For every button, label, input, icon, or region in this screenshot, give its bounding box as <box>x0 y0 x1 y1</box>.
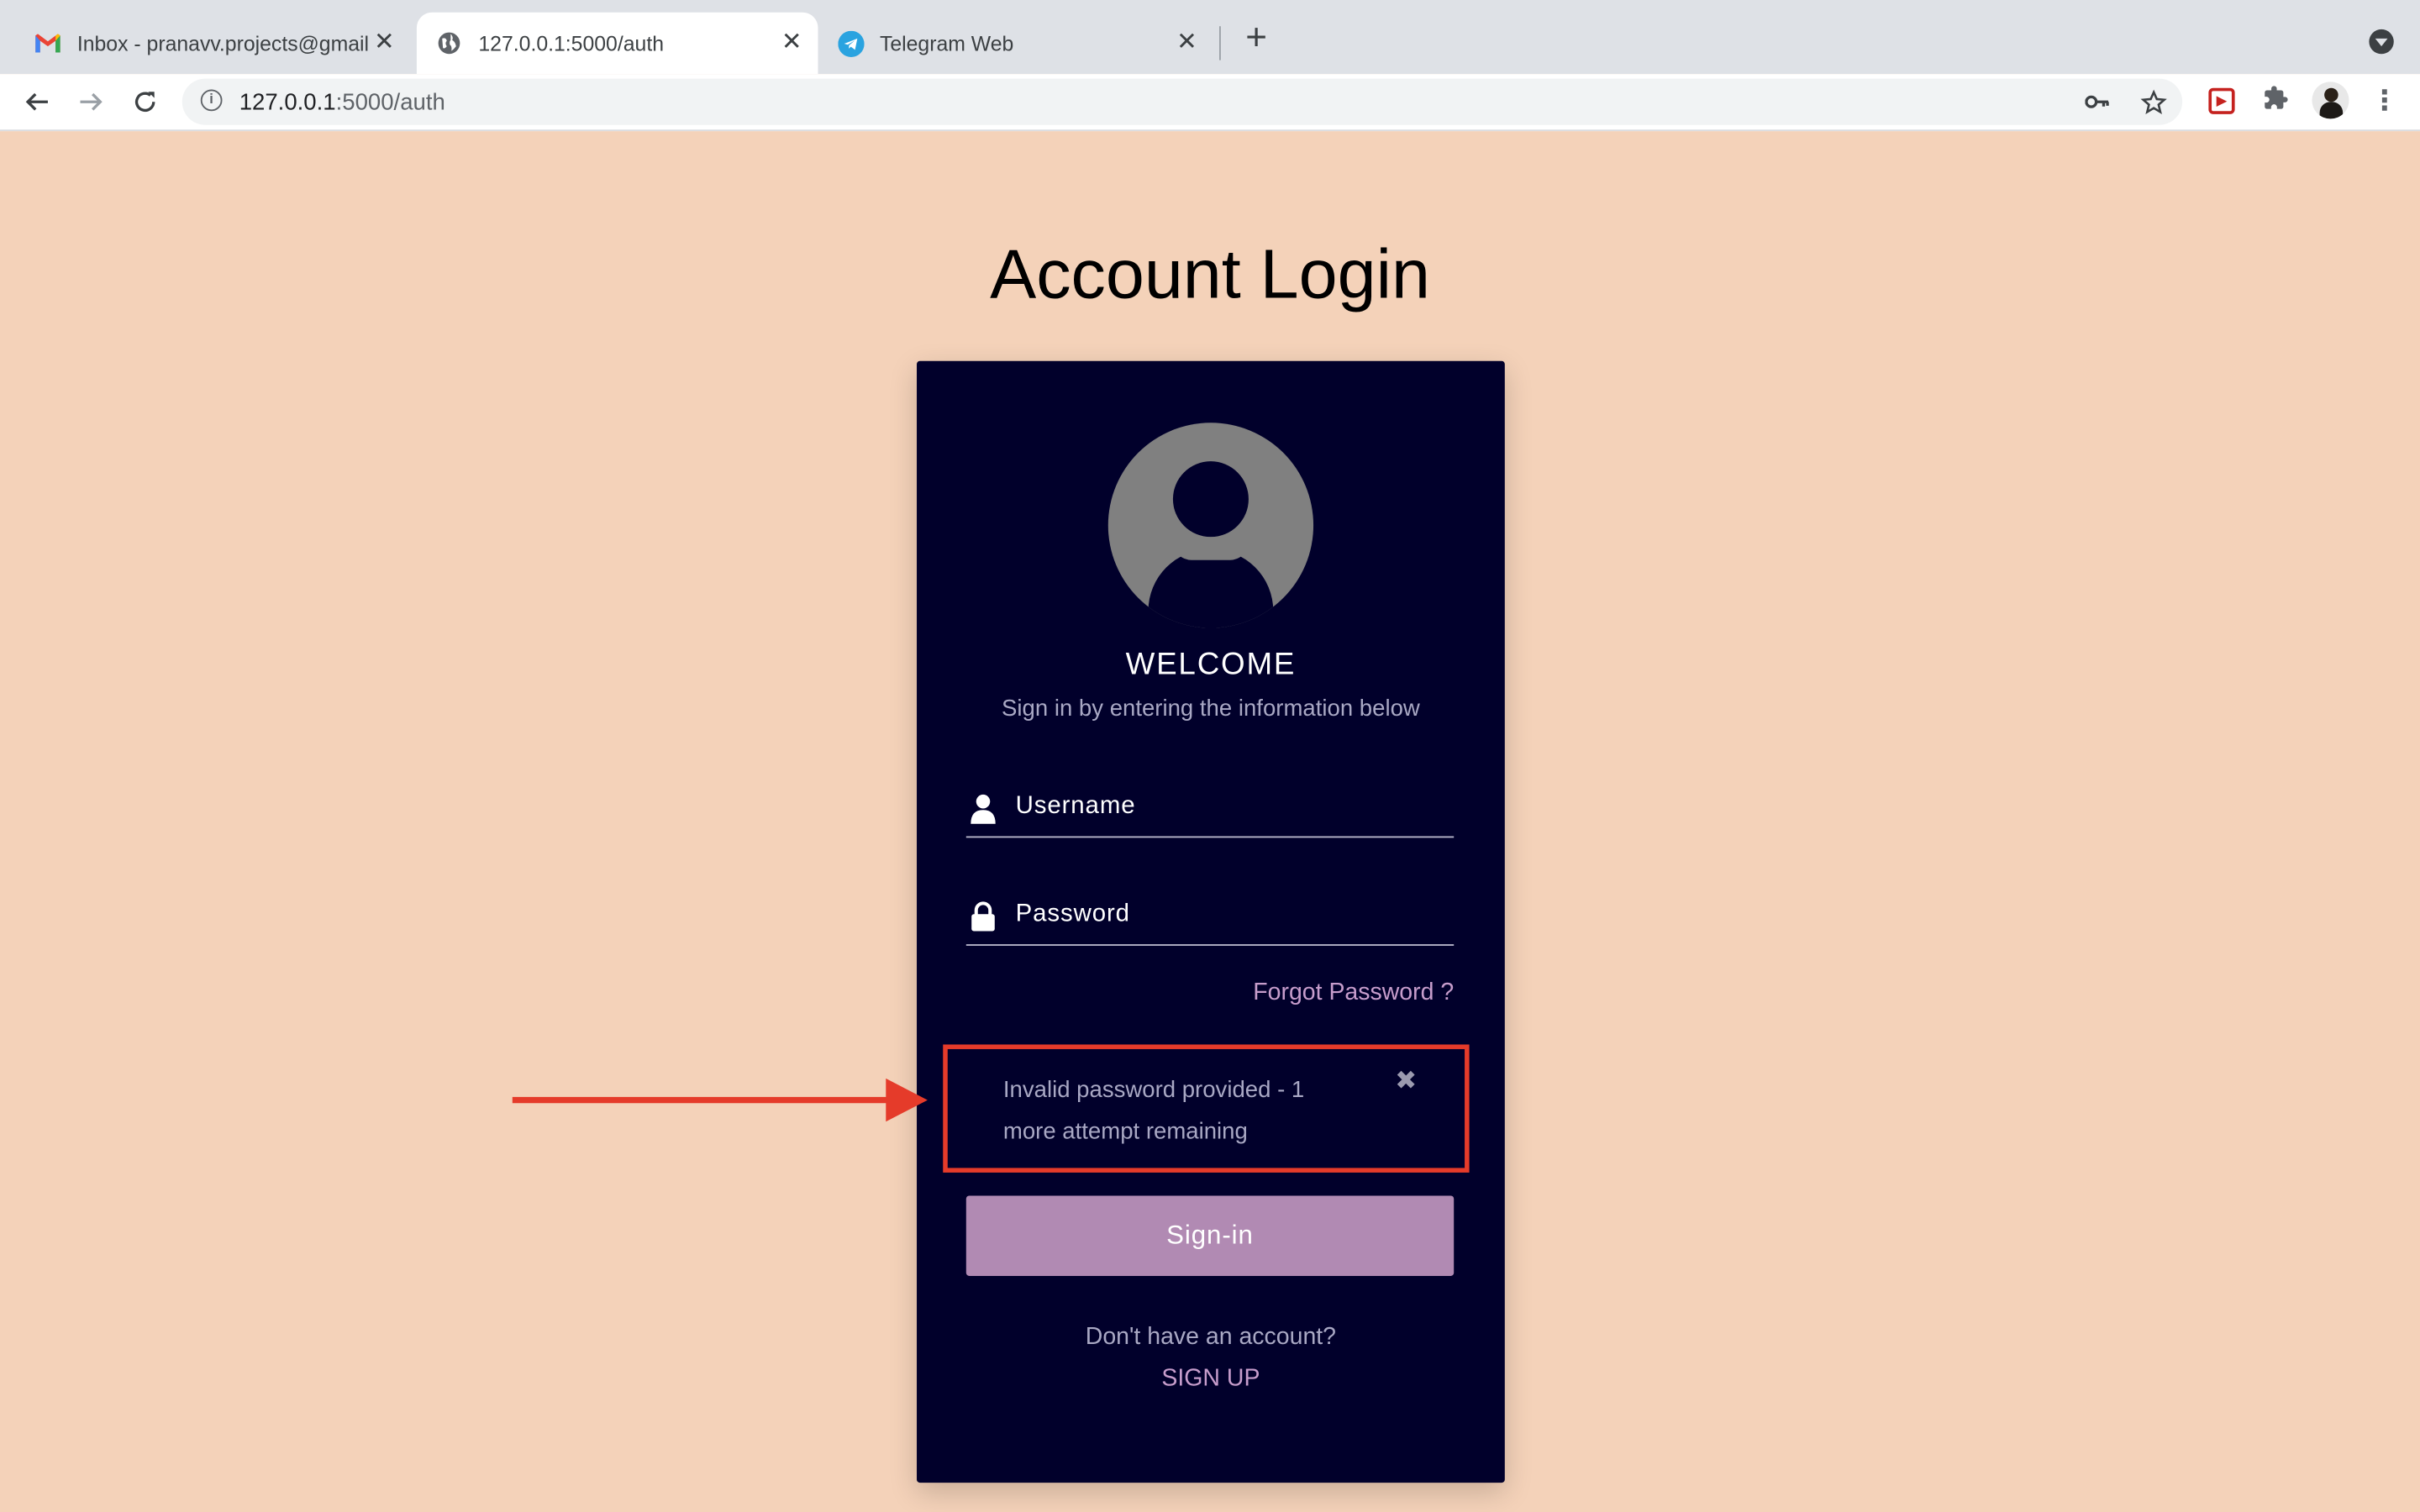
tab-title: 127.0.0.1:5000/auth <box>478 31 664 55</box>
avatar-head <box>1172 461 1249 538</box>
avatar-body <box>1148 549 1274 628</box>
tab-close-icon[interactable]: ✕ <box>778 29 806 57</box>
lock-icon <box>969 901 997 932</box>
welcome-heading: WELCOME <box>1125 648 1297 682</box>
address-bar[interactable]: i 127.0.0.1:5000/auth <box>182 78 2183 125</box>
avatar-neck <box>1172 541 1249 560</box>
forgot-password-link[interactable]: Forgot Password ? <box>1253 979 1454 1007</box>
profile-avatar[interactable] <box>2312 81 2349 119</box>
profile-head <box>2324 87 2338 102</box>
tab-search-icon[interactable] <box>2369 29 2394 55</box>
tab-separator <box>1219 26 1221 60</box>
globe-icon <box>435 29 463 57</box>
key-icon[interactable] <box>2084 90 2112 118</box>
alert-close-icon[interactable]: ✖ <box>1394 1068 1418 1094</box>
tab-title: Telegram Web <box>879 31 1014 55</box>
tab-telegram[interactable]: Telegram Web ✕ <box>821 13 1213 74</box>
profile-body <box>2319 102 2344 119</box>
tab-close-icon[interactable]: ✕ <box>1173 29 1201 57</box>
annotation-arrow-head <box>886 1078 928 1122</box>
bookmark-star-icon[interactable] <box>2139 89 2167 118</box>
username-input[interactable] <box>1015 786 1433 827</box>
site-info-icon[interactable]: i <box>200 89 223 112</box>
new-tab-button[interactable]: + <box>1238 19 1275 59</box>
forward-arrow-icon <box>80 92 103 111</box>
user-icon <box>969 793 997 824</box>
username-field <box>965 780 1455 838</box>
tab-title: Inbox - pranavv.projects@gmail.com <box>76 31 371 55</box>
user-avatar-icon <box>1107 423 1314 628</box>
url-path: :5000/auth <box>335 89 445 116</box>
reload-icon <box>134 92 155 113</box>
no-account-text: Don't have an account? <box>1085 1323 1337 1351</box>
url-host: 127.0.0.1 <box>239 89 336 116</box>
gmail-icon <box>34 29 61 57</box>
reload-button[interactable] <box>127 83 164 120</box>
page-title: Account Login <box>990 234 1430 313</box>
telegram-icon <box>837 29 865 57</box>
alert-message: Invalid password provided - 1 more attem… <box>1002 1077 1305 1145</box>
login-card: WELCOME Sign in by entering the informat… <box>917 360 1505 1483</box>
signin-button[interactable]: Sign-in <box>965 1195 1455 1276</box>
password-input[interactable] <box>1015 895 1433 936</box>
back-button[interactable] <box>18 83 55 120</box>
extensions-puzzle-icon[interactable] <box>2260 85 2291 116</box>
annotation-arrow-line <box>512 1096 892 1104</box>
tab-gmail[interactable]: Inbox - pranavv.projects@gmail.com ✕ <box>18 13 411 74</box>
back-arrow-icon <box>25 92 48 111</box>
error-alert: Invalid password provided - 1 more attem… <box>943 1044 1470 1173</box>
browser-menu-icon[interactable]: ⋮ <box>2370 85 2398 116</box>
signup-link[interactable]: SIGN UP <box>917 1366 1505 1394</box>
password-field <box>965 889 1455 946</box>
tab-close-icon[interactable]: ✕ <box>371 29 398 57</box>
browser-toolbar: i 127.0.0.1:5000/auth <box>0 74 2420 132</box>
browser-window: Inbox - pranavv.projects@gmail.com ✕ 127… <box>0 0 2420 1512</box>
extension-icon[interactable]: ▶ <box>2208 87 2235 114</box>
tab-auth[interactable]: 127.0.0.1:5000/auth ✕ <box>416 12 818 75</box>
url-text[interactable]: 127.0.0.1:5000/auth <box>239 90 445 116</box>
forward-button[interactable] <box>72 83 109 120</box>
tab-strip: Inbox - pranavv.projects@gmail.com ✕ 127… <box>0 0 2420 75</box>
login-subtitle: Sign in by entering the information belo… <box>1002 696 1420 722</box>
